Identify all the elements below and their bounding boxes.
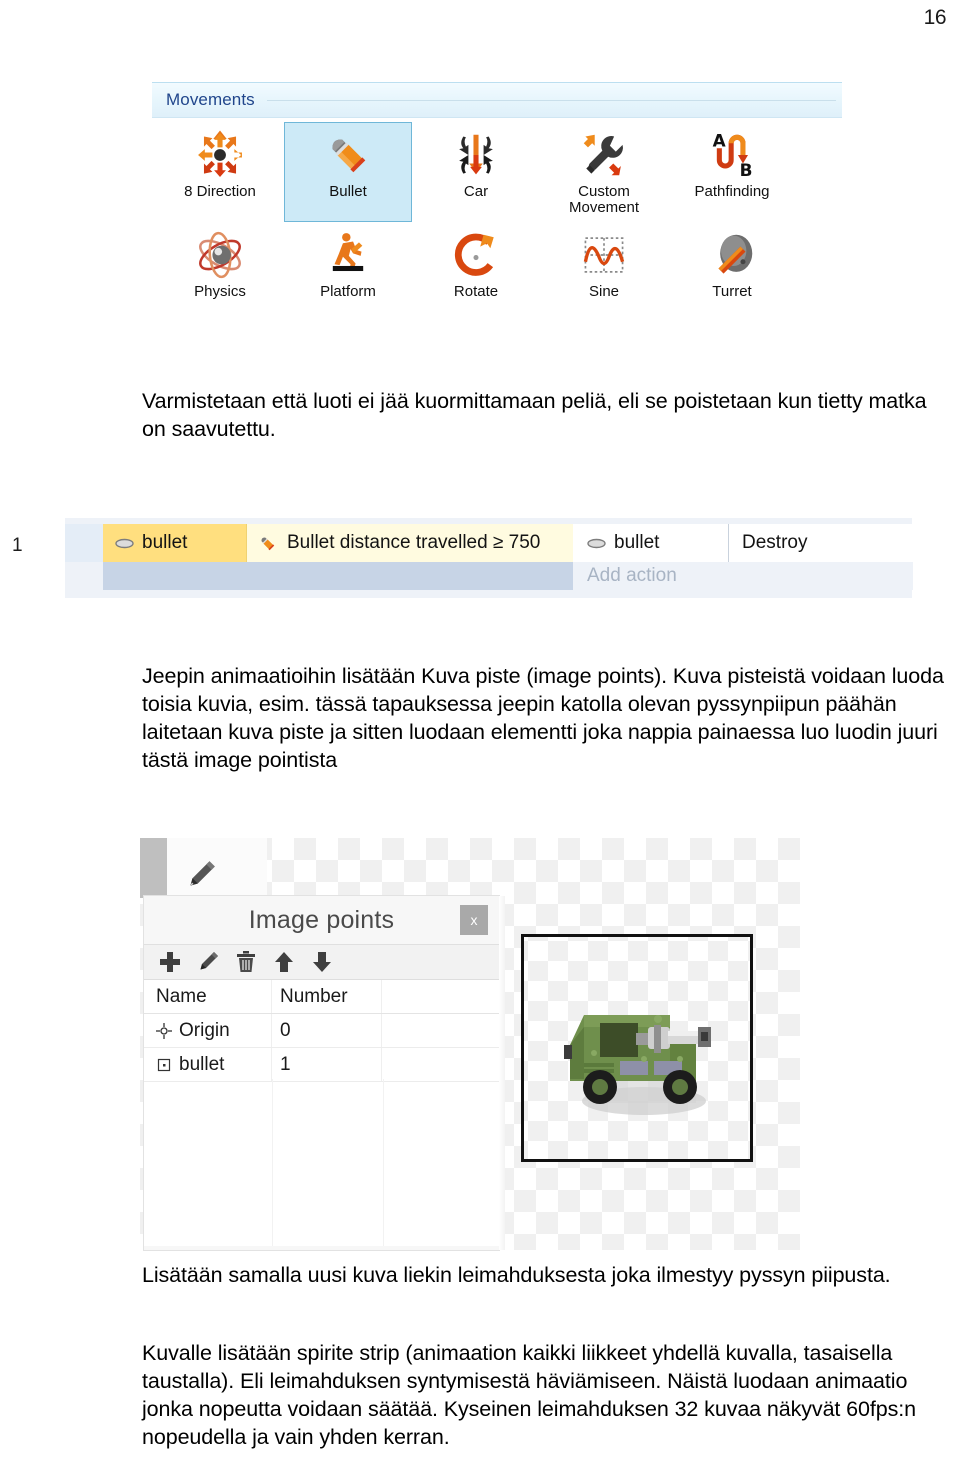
- action-text: Destroy: [742, 532, 808, 553]
- add-action-row[interactable]: Add action: [573, 562, 913, 590]
- event-action-row[interactable]: bullet Destroy: [573, 524, 912, 562]
- row-pad-cell: [382, 1048, 499, 1081]
- paragraph-image-points: Jeepin animaatioihin lisätään Kuva piste…: [142, 664, 944, 772]
- movement-item-label: Physics: [194, 283, 246, 300]
- movement-item-rotate[interactable]: Rotate: [412, 222, 540, 322]
- dialog-title: Image points: [248, 905, 395, 934]
- movements-panel-header: Movements: [152, 82, 842, 118]
- movement-item-label: Pathfinding: [694, 183, 770, 200]
- row-name-label: bullet: [179, 1053, 225, 1075]
- movement-item-pathfinding[interactable]: A B Pathfinding: [668, 122, 796, 222]
- movement-item-label: Car: [463, 183, 489, 200]
- rotate-icon: [454, 233, 494, 276]
- movements-panel: Movements 8 Direction Bullet Car Custom …: [152, 82, 842, 347]
- paragraph-bullet-cleanup: Varmistetaan että luoti ei jää kuormitta…: [142, 389, 927, 441]
- event-condition-row[interactable]: bullet Bullet distance travelled ≥ 750: [103, 524, 573, 562]
- bullet-icon: [332, 139, 366, 173]
- point-square-icon: [157, 1058, 171, 1071]
- pencil-tool-icon[interactable]: [184, 858, 218, 892]
- image-points-dialog: Image points x Name Number Origin 0 bull…: [144, 896, 499, 1250]
- paragraph-muzzle-flash: Lisätään samalla uusi kuva liekin leimah…: [142, 1263, 891, 1287]
- row-number-cell: 1: [272, 1048, 382, 1081]
- image-points-screenshot: Image points x Name Number Origin 0 bull…: [140, 838, 800, 1250]
- turret-icon: [718, 234, 753, 274]
- pathfinding-icon: A B: [713, 131, 753, 181]
- row-pad-cell: [382, 1014, 499, 1047]
- event-gutter: [65, 524, 104, 562]
- action-object-name: bullet: [614, 532, 660, 553]
- custom-movement-icon: [583, 134, 623, 176]
- jeep-sprite: [564, 1015, 711, 1115]
- movement-item-sine[interactable]: Sine: [540, 222, 668, 322]
- event-sheet-screenshot: 1 Add action bullet Bullet distance trav…: [0, 510, 913, 598]
- movements-grid: 8 Direction Bullet Car Custom Movement A…: [152, 118, 842, 322]
- add-action-label: Add action: [587, 565, 677, 586]
- sprite-preview-frame: [521, 934, 753, 1162]
- svg-text:A: A: [713, 131, 726, 151]
- movement-item-platform[interactable]: Platform: [284, 222, 412, 322]
- close-icon[interactable]: x: [460, 905, 488, 935]
- event-number: 1: [12, 535, 23, 556]
- row-number-cell: 0: [272, 1014, 382, 1047]
- movement-item-label: Rotate: [453, 283, 499, 300]
- movement-item-car[interactable]: Car: [412, 122, 540, 222]
- movement-item-label: Turret: [712, 283, 752, 300]
- dialog-toolbar: [144, 944, 499, 980]
- movement-item-label: 8 Direction: [184, 183, 256, 200]
- bullet-object-icon: [115, 538, 134, 548]
- row-name-cell[interactable]: bullet: [144, 1048, 272, 1081]
- movements-panel-title: Movements: [166, 90, 255, 109]
- action-expression-cell[interactable]: Destroy: [728, 524, 912, 562]
- car-icon: [459, 134, 493, 175]
- movement-item-turret[interactable]: Turret: [668, 222, 796, 322]
- condition-text: Bullet distance travelled ≥ 750: [287, 532, 541, 553]
- column-header-name: Name: [144, 980, 272, 1013]
- condition-object-name: bullet: [142, 532, 188, 553]
- platform-icon: [332, 233, 364, 272]
- movement-item-8-direction[interactable]: 8 Direction: [156, 122, 284, 222]
- origin-crosshair-icon: [156, 1022, 172, 1039]
- table-row[interactable]: bullet 1: [144, 1048, 499, 1082]
- movement-item-custom-movement[interactable]: Custom Movement: [540, 122, 668, 222]
- eight-direction-icon: [198, 130, 242, 177]
- header-divider-rule: [266, 99, 836, 101]
- svg-text:B: B: [740, 160, 753, 180]
- table-empty-area: [144, 1079, 499, 1246]
- movement-item-label: Sine: [588, 283, 620, 300]
- bullet-object-icon: [587, 538, 606, 548]
- arrow-up-icon[interactable]: [272, 950, 296, 974]
- column-header-pad: [382, 980, 499, 1013]
- row-name-label: Origin: [179, 1019, 230, 1041]
- sine-icon: [583, 237, 625, 273]
- movement-item-label: Bullet: [329, 183, 367, 200]
- page-number: 16: [923, 6, 947, 29]
- condition-expression-cell[interactable]: Bullet distance travelled ≥ 750: [246, 524, 573, 562]
- editor-left-rail: [140, 838, 167, 898]
- pencil-icon[interactable]: [196, 950, 220, 974]
- bullet-behavior-icon: [261, 536, 275, 550]
- physics-icon: [199, 231, 241, 279]
- trash-icon[interactable]: [234, 950, 258, 974]
- arrow-down-icon[interactable]: [310, 950, 334, 974]
- image-points-table: Name Number Origin 0 bullet 1: [144, 980, 499, 1246]
- dialog-titlebar: Image points x: [144, 896, 499, 944]
- column-header-number: Number: [272, 980, 382, 1013]
- movement-item-label: Custom Movement: [568, 183, 640, 217]
- movement-item-bullet[interactable]: Bullet: [284, 122, 412, 222]
- paragraph-sprite-strip: Kuvalle lisätään spirite strip (animaati…: [142, 1341, 917, 1449]
- row-name-cell[interactable]: Origin: [144, 1014, 272, 1047]
- editor-scrollbar[interactable]: [499, 896, 505, 1250]
- movement-item-label: Platform: [320, 283, 376, 300]
- table-header-row: Name Number: [144, 980, 499, 1014]
- condition-object-cell[interactable]: bullet: [103, 524, 246, 562]
- plus-icon[interactable]: [158, 950, 182, 974]
- action-object-cell[interactable]: bullet: [573, 524, 728, 562]
- table-row[interactable]: Origin 0: [144, 1014, 499, 1048]
- movement-item-physics[interactable]: Physics: [156, 222, 284, 322]
